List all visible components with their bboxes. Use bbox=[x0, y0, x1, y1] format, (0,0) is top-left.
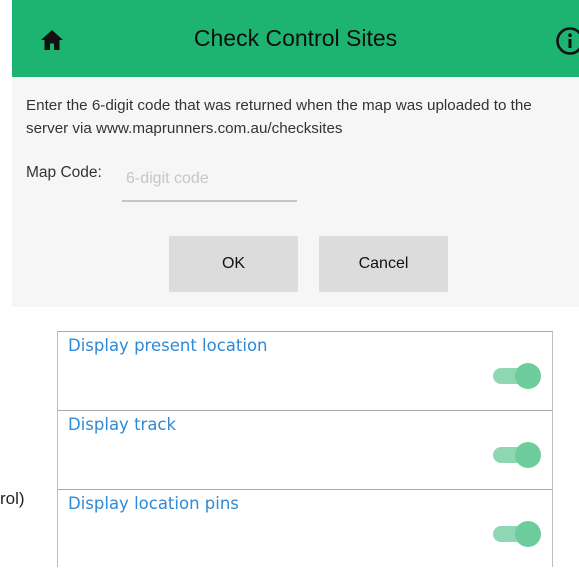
setting-row-present-location: Display present location bbox=[58, 331, 552, 410]
info-icon[interactable] bbox=[555, 26, 579, 56]
setting-label-present-location: Display present location bbox=[68, 336, 268, 355]
dialog-header: Check Control Sites bbox=[12, 0, 579, 77]
setting-label-location-pins: Display location pins bbox=[68, 494, 239, 513]
toggle-thumb bbox=[515, 363, 541, 389]
check-control-sites-dialog: Check Control Sites Enter the 6-digit co… bbox=[12, 0, 579, 307]
setting-row-location-pins: Display location pins bbox=[58, 489, 552, 568]
toggle-thumb bbox=[515, 521, 541, 547]
present-location-toggle[interactable] bbox=[493, 363, 541, 389]
location-pins-toggle[interactable] bbox=[493, 521, 541, 547]
toggle-thumb bbox=[515, 442, 541, 468]
cancel-button[interactable]: Cancel bbox=[319, 236, 448, 292]
settings-list: Display present location Display track D… bbox=[57, 331, 553, 567]
cut-off-text: rol) bbox=[0, 489, 25, 509]
setting-label-track: Display track bbox=[68, 415, 176, 434]
ok-button[interactable]: OK bbox=[169, 236, 298, 292]
instructions-text: Enter the 6-digit code that was returned… bbox=[26, 94, 574, 140]
map-code-label: Map Code: bbox=[26, 164, 102, 182]
map-code-input[interactable] bbox=[122, 158, 297, 202]
setting-row-track: Display track bbox=[58, 410, 552, 489]
track-toggle[interactable] bbox=[493, 442, 541, 468]
dialog-title: Check Control Sites bbox=[12, 25, 579, 52]
